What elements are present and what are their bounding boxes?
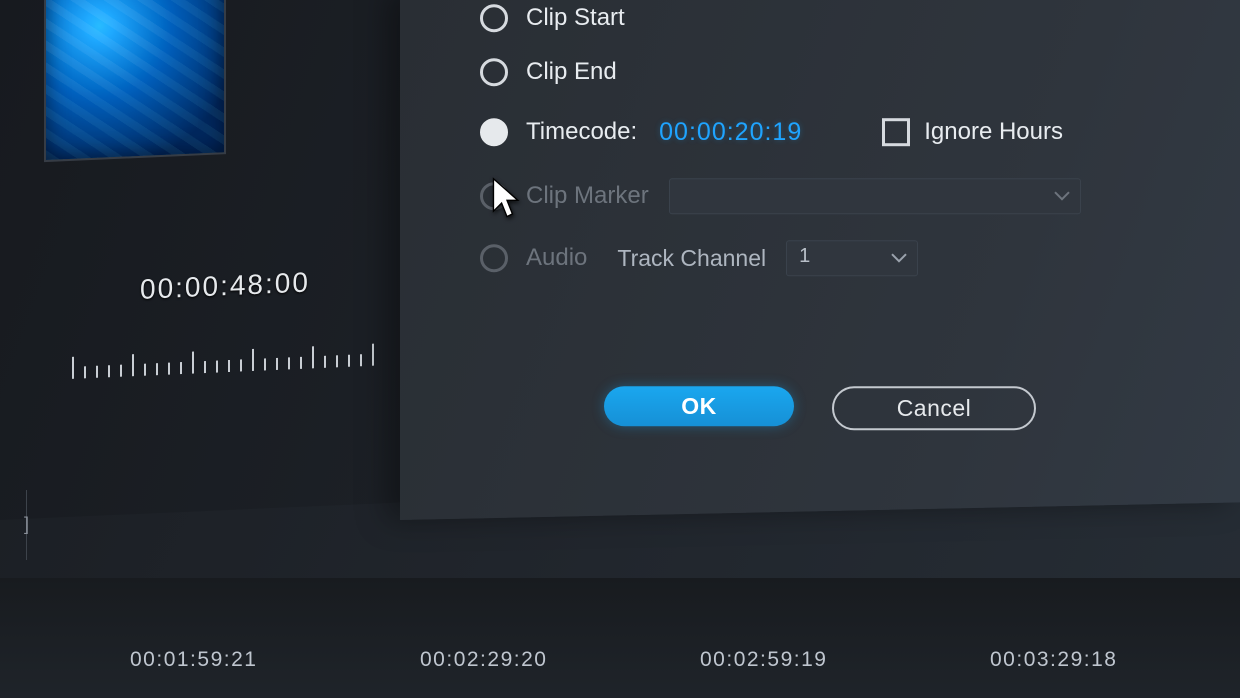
clip-end-label: Clip End: [526, 58, 617, 86]
option-audio[interactable]: Audio Track Channel 1: [480, 231, 1240, 285]
clip-marker-dropdown: [669, 178, 1081, 214]
clip-start-label: Clip Start: [526, 4, 625, 32]
radio-icon: [480, 58, 508, 86]
clip-thumbnail[interactable]: [44, 0, 226, 162]
panel-divider[interactable]: ]: [0, 490, 27, 560]
dialog-button-row: OK Cancel: [400, 386, 1240, 430]
option-clip-end[interactable]: Clip End: [480, 45, 1240, 99]
track-channel-label: Track Channel: [617, 245, 766, 272]
radio-icon: [480, 4, 508, 32]
radio-icon-selected: [480, 118, 508, 146]
timeline-timecode: 00:03:29:18: [990, 648, 1117, 672]
ignore-hours-label: Ignore Hours: [924, 118, 1063, 146]
bracket-icon: ]: [24, 514, 29, 535]
source-time-ruler[interactable]: [72, 323, 392, 379]
source-monitor-panel: 00:00:48:00: [0, 0, 400, 520]
chevron-down-icon: [891, 253, 907, 263]
chevron-down-icon: [1054, 191, 1070, 201]
ok-button[interactable]: OK: [604, 386, 794, 426]
track-channel-dropdown[interactable]: 1: [786, 240, 918, 276]
timeline-timecode: 00:01:59:21: [130, 648, 257, 672]
track-channel-value: 1: [799, 245, 810, 268]
timecode-label: Timecode:: [526, 118, 637, 146]
clip-marker-label: Clip Marker: [526, 182, 649, 210]
option-clip-start[interactable]: Clip Start: [480, 0, 1240, 45]
radio-icon-disabled: [480, 182, 508, 210]
timeline-timecode: 00:02:29:20: [420, 648, 547, 672]
timecode-input[interactable]: 00:00:20:19: [659, 118, 802, 147]
source-timecode-display[interactable]: 00:00:48:00: [140, 266, 310, 305]
option-clip-marker: Clip Marker: [480, 169, 1240, 223]
option-timecode[interactable]: Timecode: 00:00:20:19 Ignore Hours: [480, 105, 1240, 159]
ignore-hours-checkbox[interactable]: [882, 118, 910, 146]
radio-icon: [480, 244, 508, 272]
timeline-timecode: 00:02:59:19: [700, 648, 827, 672]
timeline-panel[interactable]: 00:01:59:21 00:02:29:20 00:02:59:19 00:0…: [0, 578, 1240, 698]
cancel-button[interactable]: Cancel: [832, 386, 1036, 430]
sync-dialog: Clip Start Clip End Timecode: 00:00:20:1…: [400, 0, 1240, 520]
audio-label: Audio: [526, 244, 587, 272]
app-window: 00:00:48:00 ] Clip Start Clip End Timeco…: [0, 0, 1240, 698]
